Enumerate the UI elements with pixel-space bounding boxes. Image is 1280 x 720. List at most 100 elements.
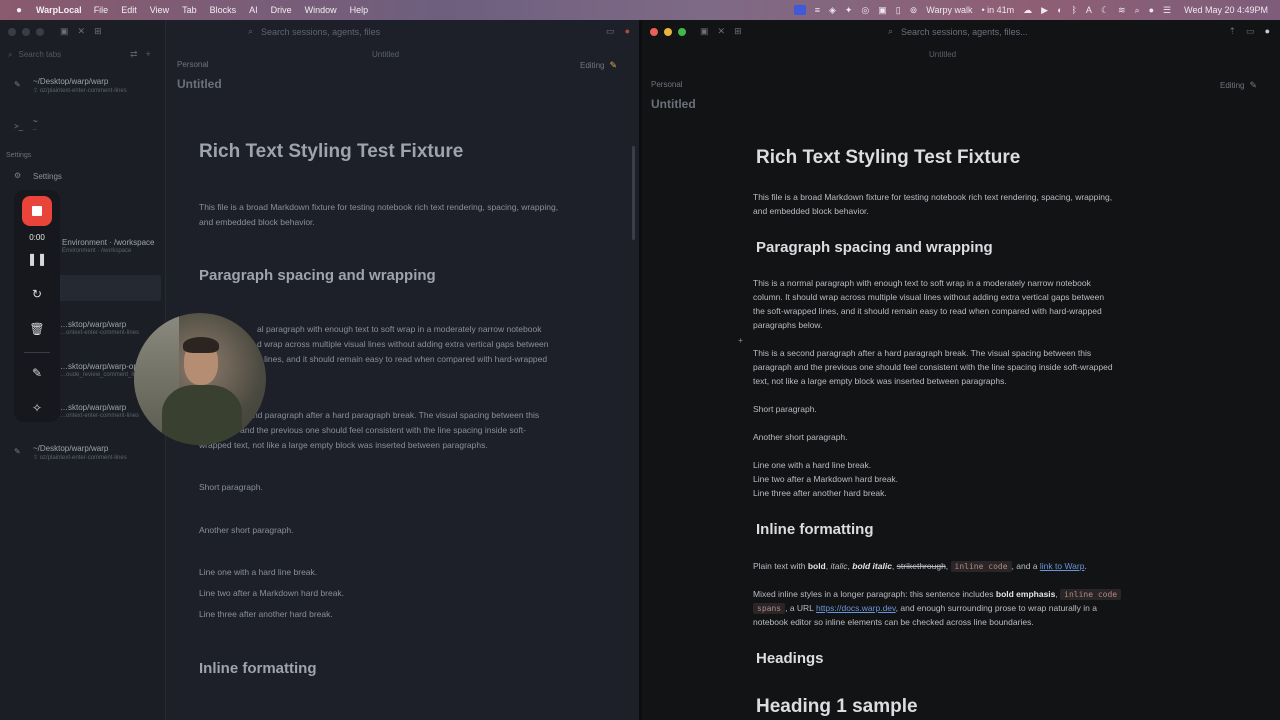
- recording-timer: 0:00: [29, 233, 45, 242]
- moon-icon[interactable]: ☾: [1101, 5, 1109, 16]
- trash-icon[interactable]: 🗑: [14, 322, 60, 336]
- mixed-inline-line-3: notebook editor so inline elements can b…: [753, 617, 1034, 627]
- mixed-inline-line-1: Mixed inline styles in a longer paragrap…: [753, 587, 1122, 602]
- sidebar-item-warp[interactable]: ~/Desktop/warp/warp ⇪ oz/plaintext-enter…: [33, 77, 127, 94]
- plus-icon[interactable]: +: [146, 49, 151, 60]
- restart-icon[interactable]: ↻: [14, 287, 60, 301]
- bluetooth-icon[interactable]: ᛒ: [1072, 5, 1077, 15]
- tools-icon[interactable]: ✕: [78, 26, 86, 37]
- global-search-input[interactable]: Search sessions, agents, files: [261, 27, 380, 37]
- editing-toggle[interactable]: Editing ✎: [580, 60, 617, 71]
- sidebar-toggle-icon[interactable]: ▣: [700, 26, 709, 37]
- sidebar-item-environment[interactable]: Environment · /workspace Environment · /…: [62, 238, 154, 254]
- user-icon[interactable]: ●: [1149, 5, 1154, 15]
- menu-tab[interactable]: Tab: [182, 5, 197, 15]
- menu-ai[interactable]: AI: [249, 5, 258, 15]
- effects-icon[interactable]: ✧: [14, 401, 60, 415]
- close-button[interactable]: [650, 28, 658, 36]
- grid-icon[interactable]: ⊞: [734, 26, 742, 37]
- phone-icon[interactable]: ▯: [896, 5, 901, 16]
- calendar-event-icon[interactable]: ⊚: [910, 5, 918, 16]
- heading-1: Rich Text Styling Test Fixture: [756, 147, 1021, 168]
- inline-code: inline code: [1060, 589, 1122, 600]
- wifi-icon[interactable]: ≋: [1118, 5, 1126, 16]
- inline-formatting-paragraph: Plain text with bold, italic, bold itali…: [753, 561, 1087, 572]
- sidebar-item-settings[interactable]: Settings: [33, 172, 62, 181]
- list-icon[interactable]: ≡: [815, 5, 820, 15]
- inbox-icon[interactable]: ▭: [606, 26, 615, 37]
- avatar[interactable]: ●: [1265, 26, 1270, 37]
- minimize-button[interactable]: [22, 28, 30, 36]
- sidebar-item-warp-4[interactable]: ~/Desktop/warp/warp ⇪ oz/plaintext-enter…: [33, 444, 127, 461]
- grid-icon[interactable]: ⊞: [94, 26, 102, 37]
- global-search-input[interactable]: Search sessions, agents, files...: [901, 27, 1028, 37]
- zoom-button[interactable]: [678, 28, 686, 36]
- close-button[interactable]: [8, 28, 16, 36]
- menu-help[interactable]: Help: [350, 5, 369, 15]
- page-title[interactable]: Untitled: [177, 77, 222, 91]
- menu-edit[interactable]: Edit: [121, 5, 137, 15]
- menu-drive[interactable]: Drive: [271, 5, 292, 15]
- calendar-event[interactable]: Warpy walk: [926, 5, 972, 15]
- warp-link[interactable]: link to Warp: [1040, 561, 1085, 571]
- apple-icon[interactable]: ●: [12, 5, 26, 16]
- menu-blocks[interactable]: Blocks: [210, 5, 237, 15]
- control-center-icon[interactable]: ☰: [1163, 5, 1171, 16]
- pencil-icon: ✎: [14, 447, 21, 456]
- paragraph-1-line-4: paragraphs below.: [753, 320, 823, 330]
- sidebar-item-home[interactable]: ~ –: [33, 117, 38, 133]
- inbox-icon[interactable]: ▭: [1246, 26, 1255, 37]
- swap-icon[interactable]: ⇄: [130, 49, 138, 60]
- draw-icon[interactable]: ✎: [14, 366, 60, 380]
- stack-icon[interactable]: ◈: [829, 5, 836, 16]
- screen-record-icon[interactable]: [793, 5, 806, 15]
- global-search[interactable]: ⌕ Search sessions, agents, files...: [888, 26, 1028, 37]
- cloud-icon[interactable]: ☁: [1023, 5, 1032, 16]
- paragraph-1-line-1: This is a normal paragraph with enough t…: [753, 278, 1091, 288]
- webcam-overlay[interactable]: [134, 313, 266, 445]
- tools-icon[interactable]: ✕: [718, 26, 726, 37]
- keyboard-icon[interactable]: A: [1086, 5, 1092, 15]
- volume-icon[interactable]: ◐: [1057, 5, 1062, 15]
- circle-icon[interactable]: ◎: [861, 5, 869, 16]
- avatar[interactable]: ●: [625, 26, 630, 37]
- tab-title[interactable]: Untitled: [929, 50, 956, 59]
- share-icon[interactable]: ⇡: [1229, 26, 1237, 37]
- paragraph-2-line-3: wrapped text, not like a large empty blo…: [199, 440, 488, 450]
- menu-view[interactable]: View: [150, 5, 169, 15]
- notion-icon[interactable]: ▣: [878, 5, 887, 16]
- sidebar-search[interactable]: ⌕ Search tabs: [8, 50, 61, 60]
- gear-icon: ⚙: [14, 171, 22, 180]
- sidebar-item-warp-2[interactable]: …sktop/warp/warp …ontext-enter-comment-l…: [60, 320, 139, 336]
- bold-text: bold: [807, 561, 826, 571]
- zoom-button[interactable]: [36, 28, 44, 36]
- docs-url-link[interactable]: https://docs.warp.dev: [816, 603, 896, 613]
- app-menu[interactable]: WarpLocal: [36, 5, 82, 15]
- short-paragraph: Short paragraph.: [199, 482, 263, 492]
- breadcrumb[interactable]: Personal: [651, 80, 683, 89]
- editing-toggle[interactable]: Editing ✎: [1220, 80, 1257, 91]
- sidebar-toggle-icon[interactable]: ▣: [60, 26, 69, 37]
- stop-recording-button[interactable]: [22, 196, 52, 226]
- breadcrumb[interactable]: Personal: [177, 60, 209, 69]
- another-short-paragraph: Another short paragraph.: [753, 432, 848, 442]
- sparkle-icon[interactable]: ✦: [845, 5, 853, 16]
- global-search[interactable]: ⌕ Search sessions, agents, files: [248, 26, 380, 37]
- minimize-button[interactable]: [664, 28, 672, 36]
- bold-emphasis: bold emphasis: [995, 589, 1056, 599]
- clock[interactable]: Wed May 20 4:49PM: [1184, 5, 1268, 15]
- search-icon[interactable]: ⌕: [1135, 5, 1140, 16]
- add-block-icon[interactable]: +: [738, 333, 743, 347]
- menu-window[interactable]: Window: [305, 5, 337, 15]
- menu-file[interactable]: File: [94, 5, 109, 15]
- hard-break-line-2: Line two after a Markdown hard break.: [753, 474, 899, 484]
- page-title[interactable]: Untitled: [651, 97, 696, 111]
- play-icon[interactable]: ▶: [1041, 5, 1048, 16]
- sidebar-search-input[interactable]: Search tabs: [18, 50, 61, 60]
- sidebar-item-warp-3[interactable]: …sktop/warp/warp …ontext-enter-comment-l…: [60, 403, 139, 419]
- heading-2-spacing: Paragraph spacing and wrapping: [756, 239, 993, 256]
- pause-icon[interactable]: ❚❚: [14, 252, 60, 266]
- italic-text: italic: [830, 561, 848, 571]
- paragraph-2-line-2: paragraph and the previous one should fe…: [199, 425, 526, 435]
- short-paragraph: Short paragraph.: [753, 404, 817, 414]
